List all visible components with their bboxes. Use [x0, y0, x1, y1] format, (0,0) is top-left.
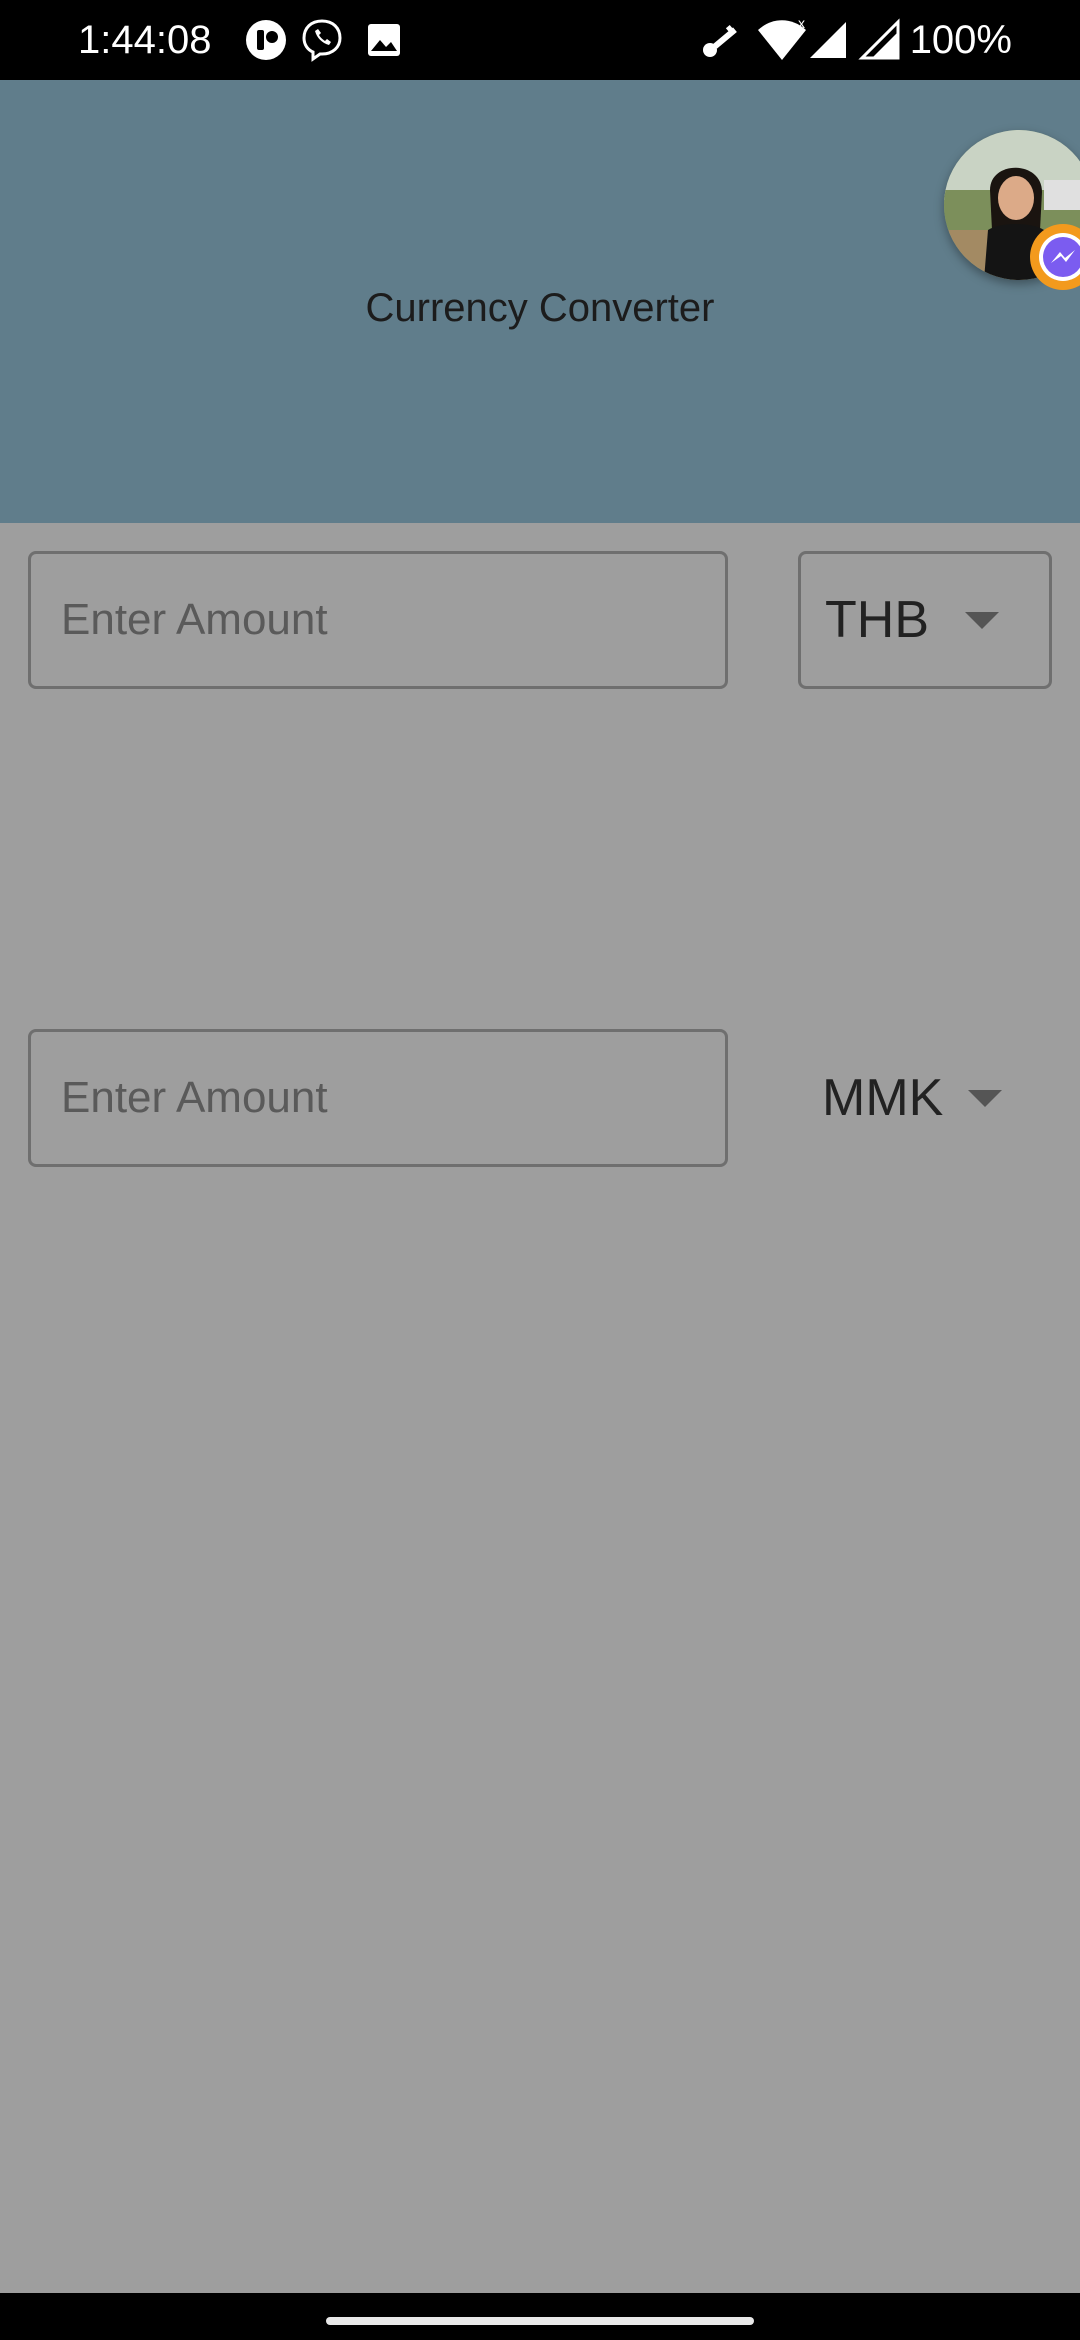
battery-level: 100%	[909, 18, 1012, 62]
from-currency-label: THB	[825, 591, 929, 649]
from-currency-dropdown[interactable]: THB	[798, 551, 1052, 689]
to-amount-input[interactable]	[28, 1029, 728, 1167]
navigation-bar	[0, 2293, 1080, 2340]
wifi-icon: x	[756, 15, 806, 62]
to-currency-dropdown[interactable]: MMK	[798, 1029, 1052, 1167]
status-bar: 1:44:08 x 100%	[0, 0, 1080, 80]
viber-icon	[300, 18, 344, 62]
chevron-down-icon	[968, 1090, 1002, 1107]
gallery-icon	[362, 18, 406, 62]
status-time: 1:44:08	[78, 18, 212, 62]
signal-icon	[806, 18, 850, 62]
signal-icon	[858, 18, 902, 62]
app-icon	[244, 18, 288, 62]
page-title: Currency Converter	[365, 286, 715, 330]
messenger-icon	[1030, 224, 1080, 290]
to-currency-label: MMK	[822, 1069, 944, 1127]
app-header: Currency Converter	[0, 80, 1080, 523]
converter-panel: THB MMK	[0, 523, 1080, 2293]
key-icon	[698, 18, 742, 62]
chevron-down-icon	[965, 612, 999, 629]
home-gesture-handle[interactable]	[326, 2317, 754, 2325]
svg-text:x: x	[798, 18, 805, 31]
from-amount-input[interactable]	[28, 551, 728, 689]
